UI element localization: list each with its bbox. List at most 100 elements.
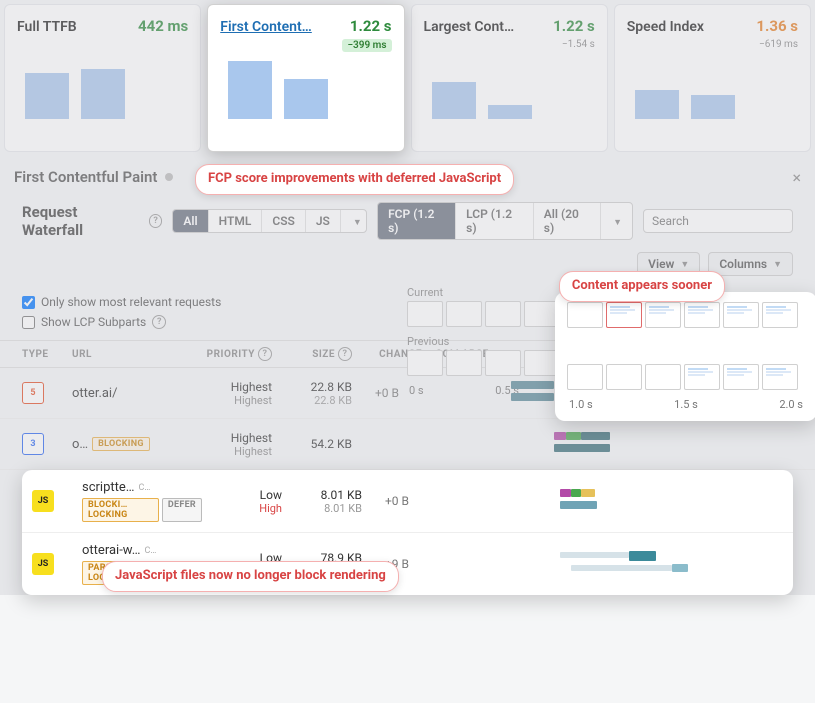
waterfall-controls: Request Waterfall ? All HTML CSS JS ▼ FC… — [0, 194, 815, 248]
priority-top: Highest — [192, 431, 272, 445]
metric-card-lcp[interactable]: Largest Cont… 1.22 s −1.54 s — [411, 4, 608, 152]
priority-top: Highest — [192, 380, 272, 394]
metric-card-si[interactable]: Speed Index 1.36 s −619 ms — [614, 4, 811, 152]
annotation-text: JavaScript files now no longer block ren… — [115, 568, 386, 583]
th-priority[interactable]: PRIORITY? — [192, 347, 272, 361]
blocking-tag: BLOCKING — [92, 437, 150, 451]
waterfall-cell — [512, 486, 779, 516]
change-value: +0 B — [362, 494, 432, 508]
table-row[interactable]: JS scriptte… C… BLOCKI…LOCKINGDEFER LowHi… — [22, 470, 793, 533]
metric-delta: −619 ms — [759, 39, 798, 50]
annotation-fcp-improvement: FCP score improvements with deferred Jav… — [195, 164, 514, 195]
js-icon: JS — [32, 490, 54, 512]
size-top: 54.2 KB — [272, 437, 352, 451]
url-text: o… — [72, 437, 88, 452]
waterfall-label: Request Waterfall — [22, 203, 139, 239]
filter-all[interactable]: All — [173, 210, 208, 232]
film-thumb-fcp[interactable] — [606, 302, 642, 328]
film-thumb[interactable] — [645, 302, 681, 328]
film-thumb[interactable] — [606, 364, 642, 390]
url-micro: C… — [138, 483, 150, 493]
metric-value: 1.22 s — [350, 17, 392, 35]
tick: 2.0 s — [779, 398, 803, 411]
priority-sub: High — [202, 502, 282, 515]
metric-value: 1.36 s — [756, 17, 798, 35]
filter-all-time[interactable]: All (20 s) — [534, 203, 601, 239]
size-top: 8.01 KB — [282, 488, 362, 502]
filter-html[interactable]: HTML — [209, 210, 263, 232]
type-filter-group: All HTML CSS JS ▼ — [172, 209, 367, 233]
lcp-subparts-checkbox[interactable] — [22, 316, 35, 329]
metric-filter-group: FCP (1.2 s) LCP (1.2 s) All (20 s) ▼ — [377, 202, 633, 240]
annotation-text: FCP score improvements with deferred Jav… — [208, 171, 501, 186]
filter-lcp[interactable]: LCP (1.2 s) — [456, 203, 534, 239]
status-dot-icon — [165, 173, 173, 181]
th-url[interactable]: URL — [72, 347, 192, 361]
film-thumb[interactable] — [762, 302, 798, 328]
filter-time-more[interactable]: ▼ — [601, 210, 632, 232]
film-thumb[interactable] — [407, 301, 443, 327]
metric-value: 1.22 s — [553, 17, 595, 35]
relevant-checkbox[interactable] — [22, 296, 35, 309]
filter-js[interactable]: JS — [306, 210, 341, 232]
section-title: First Contentful Paint — [14, 168, 157, 186]
priority-sub: Highest — [192, 445, 272, 458]
priority-top: Low — [202, 488, 282, 502]
defer-tag: DEFER — [162, 498, 202, 522]
filmstrip-highlight: 1.0 s 1.5 s 2.0 s — [555, 292, 815, 421]
th-type[interactable]: TYPE — [22, 347, 72, 361]
tick: 1.0 s — [569, 398, 593, 411]
waterfall-cell — [512, 549, 779, 579]
search-input[interactable] — [643, 209, 793, 233]
help-icon[interactable]: ? — [338, 347, 352, 361]
film-thumb[interactable] — [645, 364, 681, 390]
film-thumb[interactable] — [723, 302, 759, 328]
size-top: 22.8 KB — [272, 380, 352, 394]
metric-title: Largest Cont… — [424, 19, 515, 35]
tick: 1.5 s — [674, 398, 698, 411]
blocking-tag: BLOCKI…LOCKING — [82, 498, 159, 522]
filter-more[interactable]: ▼ — [341, 210, 367, 232]
annotation-text: Content appears sooner — [572, 278, 712, 293]
film-thumb[interactable] — [567, 302, 603, 328]
metric-title: Full TTFB — [17, 19, 77, 35]
film-thumb[interactable] — [446, 301, 482, 327]
url-micro: C… — [144, 546, 156, 556]
relevant-check-label: Only show most relevant requests — [41, 295, 221, 309]
metric-value: 442 ms — [138, 17, 188, 35]
css-icon: 3 — [22, 433, 44, 455]
annotation-content-sooner: Content appears sooner — [559, 271, 725, 302]
waterfall-cell — [502, 429, 793, 459]
metric-title: First Content… — [220, 19, 312, 35]
film-thumb[interactable] — [485, 301, 521, 327]
js-icon: JS — [32, 553, 54, 575]
help-icon[interactable]: ? — [149, 214, 163, 228]
film-thumb[interactable] — [684, 302, 720, 328]
url-text: otterai-w… — [82, 543, 140, 558]
th-size[interactable]: SIZE? — [272, 347, 352, 361]
size-sub: 8.01 KB — [282, 502, 362, 515]
metric-card-ttfb[interactable]: Full TTFB 442 ms — [4, 4, 201, 152]
html-icon: 5 — [22, 382, 44, 404]
help-icon[interactable]: ? — [258, 347, 272, 361]
columns-button[interactable]: Columns▼ — [708, 252, 793, 276]
priority-sub: Highest — [192, 394, 272, 407]
size-sub: 22.8 KB — [272, 394, 352, 407]
table-row[interactable]: 3 o… BLOCKING HighestHighest 54.2 KB — [0, 419, 815, 470]
help-icon[interactable]: ? — [152, 315, 166, 329]
film-thumb[interactable] — [762, 364, 798, 390]
url-text: scriptte… — [82, 480, 134, 495]
filter-fcp[interactable]: FCP (1.2 s) — [378, 203, 456, 239]
url-text: otter.ai/ — [72, 386, 142, 401]
close-icon[interactable]: × — [792, 168, 801, 187]
lcp-subparts-label: Show LCP Subparts — [41, 315, 146, 329]
metric-cards-row: Full TTFB 442 ms First Content… 1.22 s −… — [0, 0, 815, 156]
metric-title: Speed Index — [627, 19, 704, 35]
metric-card-fcp[interactable]: First Content… 1.22 s −399 ms — [207, 4, 404, 152]
film-thumb[interactable] — [684, 364, 720, 390]
filter-css[interactable]: CSS — [262, 210, 306, 232]
film-thumb[interactable] — [723, 364, 759, 390]
change-value: +0 B — [352, 386, 422, 400]
film-thumb[interactable] — [567, 364, 603, 390]
annotation-js-no-block: JavaScript files now no longer block ren… — [102, 561, 399, 592]
